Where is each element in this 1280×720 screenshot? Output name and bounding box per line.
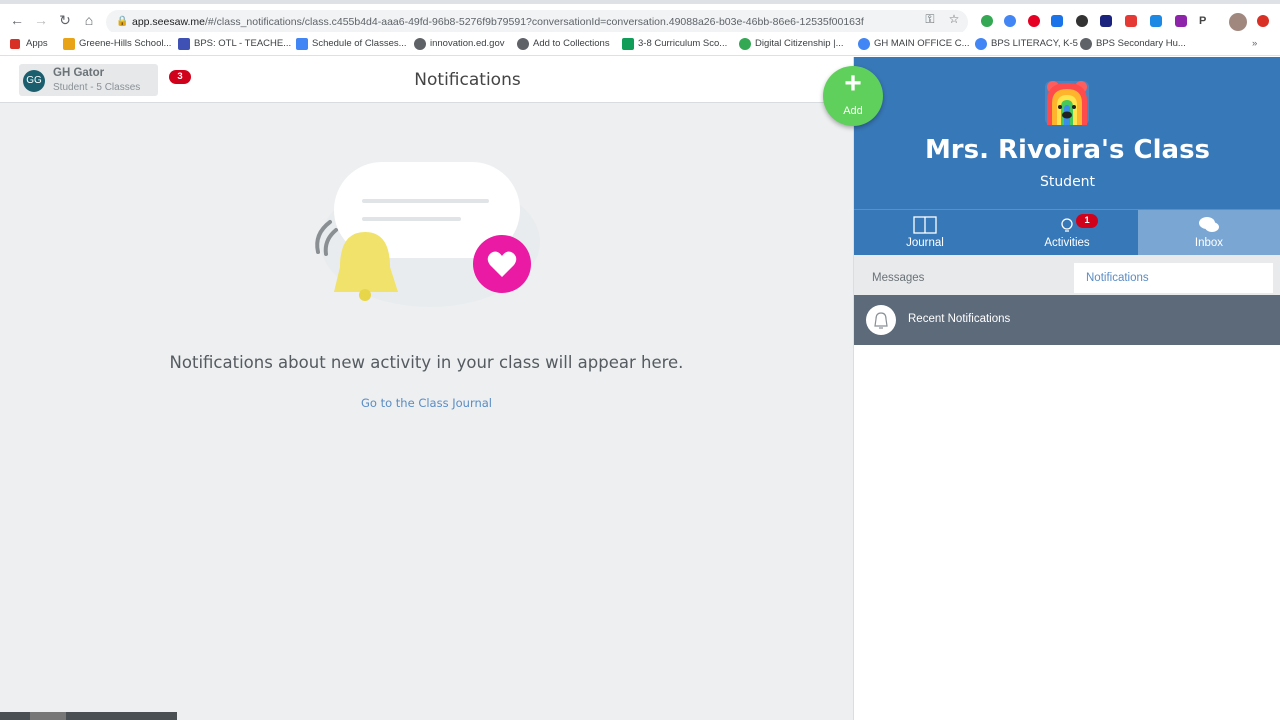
class-name: Mrs. Rivoira's Class: [924, 135, 1211, 165]
class-header: Mrs. Rivoira's Class Student: [854, 57, 1280, 209]
bookmark-bps-otl[interactable]: BPS: OTL - TEACHE...: [178, 37, 291, 51]
drive-icon: [622, 38, 634, 50]
bookmarks-bar: Apps Greene-Hills School... BPS: OTL - T…: [0, 32, 1280, 56]
reload-icon[interactable]: ↻: [57, 12, 73, 28]
journal-book-icon: [913, 216, 937, 234]
notifications-pane: GG GH Gator Student - 5 Classes 3 Notifi…: [0, 57, 853, 720]
bookmark-greene-hills[interactable]: Greene-Hills School...: [63, 37, 171, 51]
pinterest-icon[interactable]: [1028, 15, 1040, 27]
doc-icon: [296, 38, 308, 50]
activities-badge: 1: [1076, 214, 1098, 228]
bookmark-label: BPS: OTL - TEACHE...: [194, 38, 292, 49]
bookmark-star-icon[interactable]: ☆: [947, 12, 961, 26]
extension-icon[interactable]: [1076, 15, 1088, 27]
bookmark-label: innovation.ed.gov: [430, 38, 505, 49]
bookmark-label: BPS LITERACY, K-5: [991, 38, 1078, 49]
bell-avatar: [866, 305, 896, 335]
check-icon: [739, 38, 751, 50]
bookmark-label: GH MAIN OFFICE C...: [874, 38, 970, 49]
bookmark-apps[interactable]: Apps: [10, 37, 48, 51]
horizontal-scrollbar[interactable]: [0, 712, 177, 720]
tab-label: Activities: [1044, 237, 1090, 249]
tab-label: Journal: [906, 237, 944, 249]
profile-avatar[interactable]: [1229, 13, 1247, 31]
tab-inbox[interactable]: Inbox: [1138, 210, 1280, 256]
page-title: Notifications: [414, 70, 521, 90]
bookmark-schedule[interactable]: Schedule of Classes...: [296, 37, 407, 51]
globe-icon: [1080, 38, 1092, 50]
extension-icon[interactable]: [1125, 15, 1137, 27]
class-role: Student: [1039, 174, 1096, 190]
bookmark-bps-literacy[interactable]: BPS LITERACY, K-5: [975, 37, 1078, 51]
globe-icon: [414, 38, 426, 50]
subtab-messages[interactable]: Messages: [854, 263, 1074, 293]
bubble-line: [362, 199, 489, 203]
bookmark-label: 3-8 Curriculum Sco...: [638, 38, 728, 49]
extension-icon[interactable]: [981, 15, 993, 27]
page-header: GG GH Gator Student - 5 Classes 3 Notifi…: [0, 57, 853, 103]
google-icon: [858, 38, 870, 50]
extension-icon[interactable]: [1051, 15, 1063, 27]
bookmark-label: Greene-Hills School...: [79, 38, 172, 49]
tab-label: Inbox: [1194, 237, 1224, 249]
school-icon: [63, 38, 75, 50]
add-button-label: Add: [843, 105, 863, 117]
bookmark-bps-secondary[interactable]: BPS Secondary Hu...: [1080, 37, 1186, 51]
recent-notifications-row[interactable]: Recent Notifications: [854, 295, 1280, 345]
lightbulb-icon: [1061, 218, 1073, 232]
bookmark-label: Digital Citizenship |...: [755, 38, 844, 49]
url-host: app.seesaw.me: [132, 16, 205, 28]
extension-icon[interactable]: P: [1199, 15, 1211, 27]
add-button[interactable]: + Add: [823, 66, 883, 126]
bell-outline-icon: [874, 312, 888, 329]
google-icon: [975, 38, 987, 50]
bookmark-label: Add to Collections: [533, 38, 610, 49]
globe-icon: [517, 38, 529, 50]
calendar-icon: [178, 38, 190, 50]
more-bookmarks-icon[interactable]: »: [1252, 37, 1257, 51]
forward-arrow-icon[interactable]: →: [33, 12, 49, 28]
bookmark-add-collections[interactable]: Add to Collections: [517, 37, 610, 51]
bookmark-label: Schedule of Classes...: [312, 38, 407, 49]
extension-icon[interactable]: [1175, 15, 1187, 27]
go-to-journal-link[interactable]: Go to the Class Journal: [0, 396, 853, 410]
bubble-line: [362, 217, 461, 221]
bell-clapper: [359, 289, 371, 301]
bookmark-gh-main-office[interactable]: GH MAIN OFFICE C...: [858, 37, 970, 51]
scrollbar-thumb[interactable]: [30, 712, 66, 720]
bookmark-label: Apps: [26, 38, 48, 49]
url-path: /#/class_notifications/class.c455b4d4-aa…: [204, 16, 864, 28]
recent-notifications-label: Recent Notifications: [908, 313, 1011, 325]
class-panel: Mrs. Rivoira's Class Student Journal 1 A…: [853, 57, 1280, 720]
bookmark-digital-citizenship[interactable]: Digital Citizenship |...: [739, 37, 844, 51]
bookmark-label: BPS Secondary Hu...: [1096, 38, 1186, 49]
apps-grid-icon: [10, 39, 20, 49]
tab-journal[interactable]: Journal: [854, 210, 996, 256]
address-bar[interactable]: 🔒 app.seesaw.me/#/class_notifications/cla…: [106, 10, 968, 34]
subtab-notifications[interactable]: Notifications: [1074, 263, 1273, 293]
plus-icon: +: [844, 67, 862, 100]
extension-icon[interactable]: [1150, 15, 1162, 27]
extension-icon[interactable]: [1100, 15, 1112, 27]
update-icon[interactable]: [1257, 15, 1269, 27]
lock-icon: 🔒: [116, 16, 129, 27]
home-icon[interactable]: ⌂: [81, 12, 97, 28]
bookmark-curriculum[interactable]: 3-8 Curriculum Sco...: [622, 37, 727, 51]
browser-toolbar: ← → ↻ ⌂ 🔒 app.seesaw.me/#/class_notificat…: [0, 0, 1280, 34]
back-arrow-icon[interactable]: ←: [9, 12, 25, 28]
rainbow-bear-icon: [1045, 81, 1089, 125]
chat-bubbles-icon: [1199, 217, 1219, 232]
notifications-illustration: [315, 162, 540, 307]
bookmark-innovation[interactable]: innovation.ed.gov: [414, 37, 504, 51]
key-icon[interactable]: ⚿: [923, 12, 937, 26]
empty-state-message: Notifications about new activity in your…: [169, 353, 684, 372]
extension-icon[interactable]: [1004, 15, 1016, 27]
tab-activities[interactable]: 1 Activities: [996, 210, 1138, 256]
inbox-subtabs: Messages Notifications: [854, 255, 1280, 295]
class-tabs: Journal 1 Activities Inbox: [854, 209, 1280, 256]
